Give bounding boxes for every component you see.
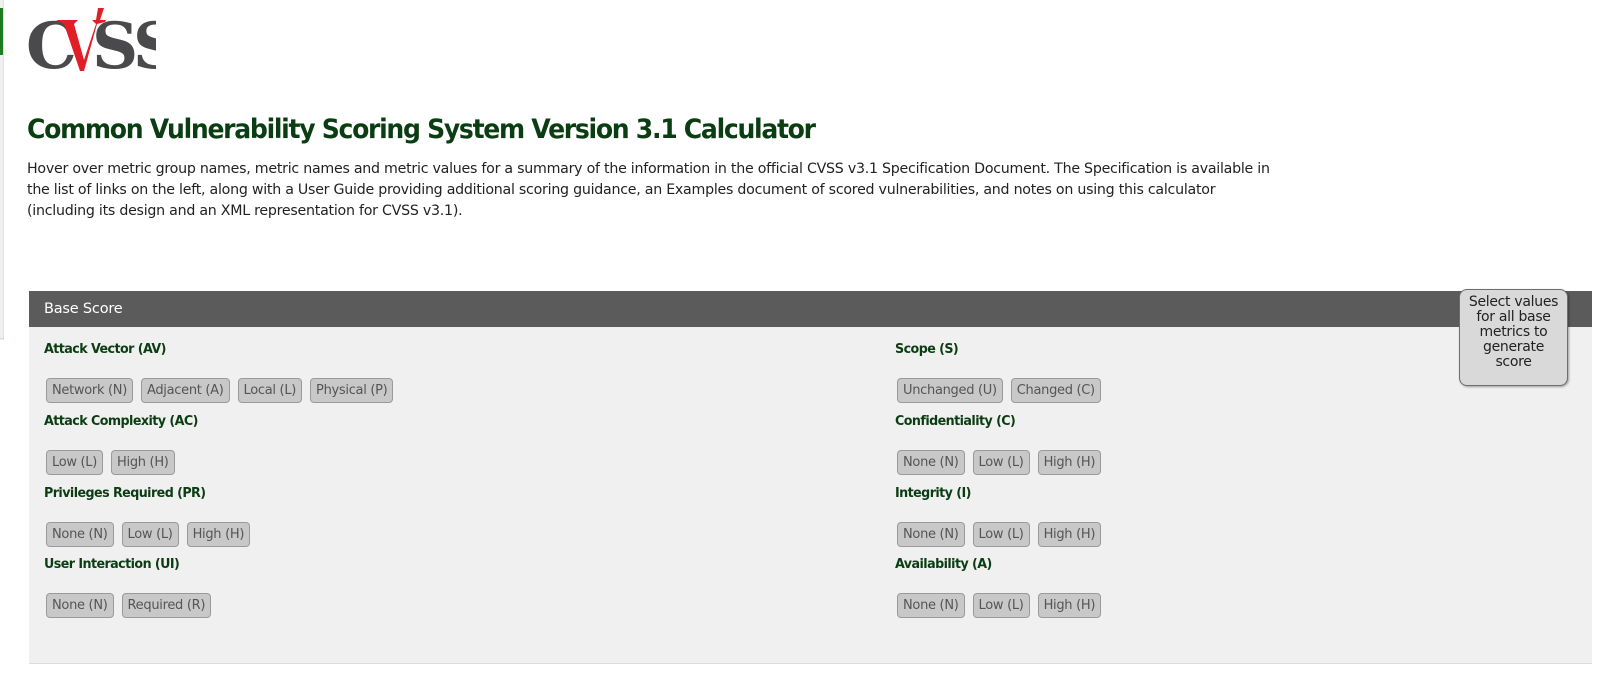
metric-name[interactable]: Attack Vector (AV) [44, 339, 372, 359]
ui-none-button[interactable]: None (N) [46, 593, 114, 618]
av-physical-button[interactable]: Physical (P) [310, 378, 394, 403]
metric-name[interactable]: Scope (S) [895, 339, 1088, 359]
av-network-button[interactable]: Network (N) [46, 378, 133, 403]
metric-options: Low (L) High (H) [44, 450, 208, 475]
metric-name[interactable]: Integrity (I) [895, 483, 1089, 503]
i-none-button[interactable]: None (N) [897, 522, 965, 547]
pr-low-button[interactable]: Low (L) [121, 522, 179, 547]
cvss-logo-icon: C SS [26, 8, 180, 84]
metric-options: None (N) Low (L) High (H) [895, 450, 1102, 475]
ac-high-button[interactable]: High (H) [111, 450, 175, 475]
i-high-button[interactable]: High (H) [1037, 522, 1102, 547]
sidebar-active-indicator [0, 8, 3, 55]
metric-name[interactable]: Privileges Required (PR) [44, 483, 238, 503]
metric-availability: Availability (A) None (N) Low (L) High (… [895, 554, 1102, 618]
metric-name[interactable]: Availability (A) [895, 554, 1089, 574]
metric-options: Network (N) Adjacent (A) Local (L) Physi… [44, 378, 394, 403]
metric-attack-vector: Attack Vector (AV) Network (N) Adjacent … [44, 339, 394, 403]
c-high-button[interactable]: High (H) [1037, 450, 1102, 475]
metric-options: None (N) Low (L) High (H) [895, 522, 1102, 547]
metric-confidentiality: Confidentiality (C) None (N) Low (L) Hig… [895, 411, 1102, 475]
sidebar-bottom-line [0, 338, 4, 339]
av-local-button[interactable]: Local (L) [237, 378, 303, 403]
ac-low-button[interactable]: Low (L) [46, 450, 104, 475]
s-unchanged-button[interactable]: Unchanged (U) [897, 378, 1003, 403]
metric-name[interactable]: Confidentiality (C) [895, 411, 1089, 431]
page-title: Common Vulnerability Scoring System Vers… [27, 114, 816, 145]
metric-integrity: Integrity (I) None (N) Low (L) High (H) [895, 483, 1102, 547]
metric-options: Unchanged (U) Changed (C) [895, 378, 1101, 403]
svg-text:C: C [26, 9, 74, 76]
pr-none-button[interactable]: None (N) [46, 522, 114, 547]
metric-privileges-required: Privileges Required (PR) None (N) Low (L… [44, 483, 251, 547]
base-score-panel: Base Score Attack Vector (AV) Network (N… [29, 291, 1592, 664]
i-low-button[interactable]: Low (L) [972, 522, 1030, 547]
av-adjacent-button[interactable]: Adjacent (A) [140, 378, 230, 403]
cvss-logo: C SS [26, 6, 180, 84]
svg-text:SS: SS [92, 9, 156, 76]
metric-options: None (N) Low (L) High (H) [895, 593, 1102, 618]
base-score-header[interactable]: Base Score [29, 291, 1592, 327]
c-low-button[interactable]: Low (L) [972, 450, 1030, 475]
sidebar-edge [0, 0, 4, 340]
a-low-button[interactable]: Low (L) [972, 593, 1030, 618]
intro-text: Hover over metric group names, metric na… [27, 161, 1270, 219]
metric-user-interaction: User Interaction (UI) None (N) Required … [44, 554, 212, 618]
a-high-button[interactable]: High (H) [1037, 593, 1102, 618]
pr-high-button[interactable]: High (H) [186, 522, 251, 547]
metric-name[interactable]: Attack Complexity (AC) [44, 411, 198, 431]
metric-name[interactable]: User Interaction (UI) [44, 554, 201, 574]
s-changed-button[interactable]: Changed (C) [1010, 378, 1101, 403]
c-none-button[interactable]: None (N) [897, 450, 965, 475]
metric-options: None (N) Low (L) High (H) [44, 522, 251, 547]
ui-required-button[interactable]: Required (R) [121, 593, 212, 618]
metric-attack-complexity: Attack Complexity (AC) Low (L) High (H) [44, 411, 208, 475]
metric-scope: Scope (S) Unchanged (U) Changed (C) [895, 339, 1101, 403]
metric-options: None (N) Required (R) [44, 593, 212, 618]
base-score-result: Select values for all base metrics to ge… [1459, 289, 1568, 386]
a-none-button[interactable]: None (N) [897, 593, 965, 618]
